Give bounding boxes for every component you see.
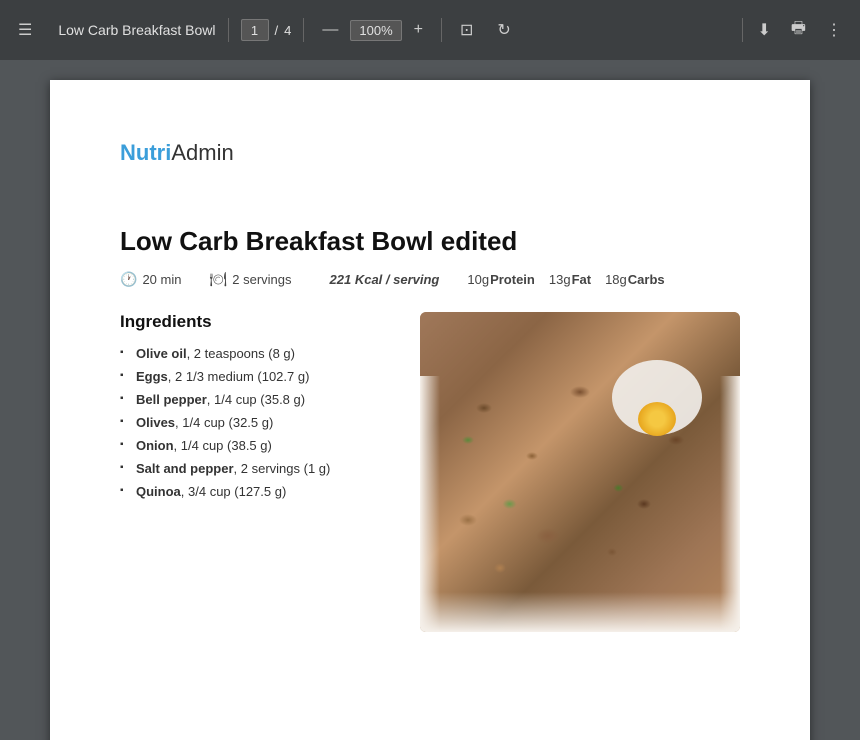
divider-2 (303, 18, 304, 42)
page-separator: / (275, 23, 279, 38)
recipe-title: Low Carb Breakfast Bowl edited (120, 226, 740, 257)
food-canvas (420, 312, 740, 632)
macros-meta: 10gProtein 13gFat 18gCarbs (467, 272, 664, 287)
page-total: 4 (284, 23, 291, 38)
list-item: Olives, 1/4 cup (32.5 g) (120, 415, 392, 430)
list-item: Salt and pepper, 2 servings (1 g) (120, 461, 392, 476)
ingredients-section: Ingredients Olive oil, 2 teaspoons (8 g)… (120, 312, 392, 507)
divider-3 (441, 18, 442, 42)
zoom-out-icon: — (322, 21, 338, 39)
recipe-image-container (420, 312, 740, 632)
time-meta: 🕐 20 min (120, 271, 181, 288)
pdf-page: NutriAdmin Low Carb Breakfast Bowl edite… (50, 80, 810, 740)
pdf-viewer: NutriAdmin Low Carb Breakfast Bowl edite… (0, 60, 860, 740)
ingredients-heading: Ingredients (120, 312, 392, 332)
fat-value: 13g (549, 272, 571, 287)
protein-value: 10g (467, 272, 489, 287)
green-pepper-bits (420, 312, 740, 632)
servings-label: 2 servings (232, 272, 291, 287)
toolbar-right-actions: ⬇ 🖶 ⋮ (742, 13, 848, 48)
fit-page-button[interactable]: ⊡ (454, 16, 479, 44)
page-number-input[interactable] (241, 19, 269, 41)
egg-yolk (638, 402, 676, 436)
list-item: Olive oil, 2 teaspoons (8 g) (120, 346, 392, 361)
document-title: Low Carb Breakfast Bowl (58, 22, 215, 38)
zoom-controls: — 100% + (316, 17, 429, 43)
recipe-image (420, 312, 740, 632)
zoom-in-icon: + (414, 21, 423, 39)
recipe-meta: 🕐 20 min 🍽 2 servings 221 Kcal / serving… (120, 271, 740, 288)
list-item: Eggs, 2 1/3 medium (102.7 g) (120, 369, 392, 384)
carbs-display: 18gCarbs (605, 272, 665, 287)
zoom-level-display: 100% (350, 20, 401, 41)
menu-icon: ☰ (18, 20, 32, 40)
brand-logo: NutriAdmin (120, 140, 740, 166)
more-options-icon: ⋮ (826, 20, 842, 40)
bowl-rim-left (420, 376, 440, 632)
fat-label: Fat (572, 272, 592, 287)
kcal-value: 221 (330, 272, 352, 287)
time-icon: 🕐 (120, 271, 137, 288)
list-item: Onion, 1/4 cup (38.5 g) (120, 438, 392, 453)
divider-4 (742, 18, 743, 42)
toolbar: ☰ Low Carb Breakfast Bowl / 4 — 100% + ⊡… (0, 0, 860, 60)
bowl-rim-right (720, 376, 740, 632)
download-icon: ⬇ (757, 20, 770, 40)
list-item: Quinoa, 3/4 cup (127.5 g) (120, 484, 392, 499)
logo-nutri: Nutri (120, 140, 171, 165)
list-item: Bell pepper, 1/4 cup (35.8 g) (120, 392, 392, 407)
menu-button[interactable]: ☰ (12, 16, 38, 44)
fit-page-icon: ⊡ (460, 20, 473, 40)
carbs-label: Carbs (628, 272, 665, 287)
servings-icon: 🍽 (209, 271, 227, 288)
protein-display: 10gProtein (467, 272, 535, 287)
kcal-label: Kcal / serving (355, 272, 440, 287)
divider-1 (228, 18, 229, 42)
more-options-button[interactable]: ⋮ (820, 16, 848, 44)
servings-meta: 🍽 2 servings (209, 271, 291, 288)
bowl-rim-bottom (420, 592, 740, 632)
zoom-in-button[interactable]: + (408, 17, 429, 43)
kcal-meta: 221 Kcal / serving (330, 272, 440, 287)
time-label: 20 min (142, 272, 181, 287)
fat-display: 13gFat (549, 272, 591, 287)
logo-admin: Admin (171, 140, 233, 165)
print-icon: 🖶 (791, 17, 806, 44)
print-button[interactable]: 🖶 (785, 13, 812, 48)
download-button[interactable]: ⬇ (751, 16, 776, 44)
page-navigation: / 4 (241, 19, 292, 41)
protein-label: Protein (490, 272, 535, 287)
ingredient-list: Olive oil, 2 teaspoons (8 g) Eggs, 2 1/3 … (120, 346, 392, 499)
carbs-value: 18g (605, 272, 627, 287)
rotate-button[interactable]: ↻ (491, 16, 516, 44)
zoom-out-button[interactable]: — (316, 17, 344, 43)
recipe-content: Ingredients Olive oil, 2 teaspoons (8 g)… (120, 312, 740, 632)
rotate-icon: ↻ (497, 20, 510, 40)
